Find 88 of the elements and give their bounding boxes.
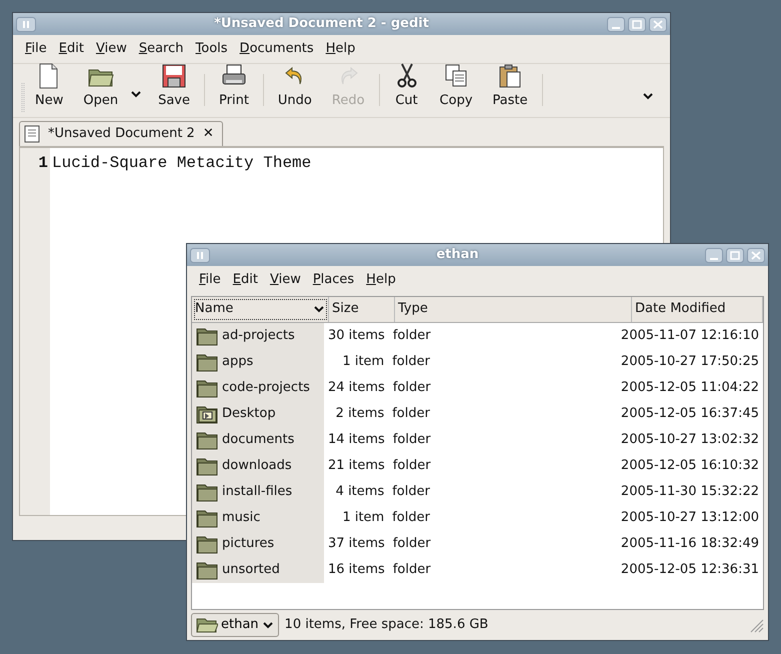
menu-item[interactable]: Edit <box>52 37 90 60</box>
table-cell-text: folder <box>391 404 431 423</box>
table-cell-text: folder <box>392 534 432 553</box>
table-cell-text: 2005-12-05 16:10:32 <box>620 456 760 475</box>
table-cell-text: 24 items <box>326 378 386 397</box>
table-cell-text: folder <box>392 456 432 475</box>
document-tab[interactable]: *Unsaved Document 2 ✕ <box>19 120 223 146</box>
folder-icon <box>196 560 218 580</box>
table-cell-text: 2005-11-07 12:16:10 <box>620 326 760 345</box>
folder-icon <box>196 508 218 528</box>
toolbar-button[interactable]: Save <box>148 61 200 112</box>
folder-icon <box>196 326 218 346</box>
folder-icon <box>196 378 218 398</box>
toolbar-handle-icon[interactable] <box>21 82 25 112</box>
location-button[interactable]: ethan <box>191 613 279 637</box>
open-folder-icon <box>196 616 218 634</box>
table-cell-text: 16 items <box>326 560 386 579</box>
menu-item[interactable]: Edit <box>226 268 264 292</box>
menu-item[interactable]: View <box>264 268 307 292</box>
table-cell-text: 2005-12-05 12:36:31 <box>620 560 760 579</box>
table-cell-text: 4 items <box>334 482 386 501</box>
resize-grip-icon[interactable] <box>748 617 764 633</box>
table-cell-text: 2005-10-27 17:50:25 <box>620 352 760 371</box>
table-cell-text: 2005-12-05 11:04:22 <box>620 378 760 397</box>
menu-item[interactable]: Tools <box>190 37 234 60</box>
table-cell-text: folder <box>391 352 431 371</box>
minimize-icon[interactable] <box>607 16 625 32</box>
column-header[interactable]: Size <box>329 296 395 322</box>
toolbar-button[interactable]: New <box>25 61 74 112</box>
folder-icon <box>196 534 218 554</box>
toolbar-button[interactable]: Print <box>209 61 259 112</box>
table-cell-text: 2005-11-30 15:32:22 <box>620 482 760 501</box>
table-cell-text: folder <box>392 378 432 397</box>
table-cell-text: folder <box>391 482 431 501</box>
folder-icon <box>196 456 218 476</box>
close-icon[interactable] <box>747 248 765 262</box>
column-header[interactable]: Name <box>192 296 329 322</box>
menu-item[interactable]: Help <box>320 37 362 60</box>
toolbar-button[interactable]: Paste <box>482 61 538 112</box>
menu-item[interactable]: View <box>90 37 133 60</box>
table-cell-text: 14 items <box>326 430 386 449</box>
table-cell-text: 21 items <box>326 456 386 475</box>
window-menu-icon[interactable] <box>16 16 36 32</box>
menu-item[interactable]: Places <box>306 268 360 292</box>
table-cell-text: 2005-11-16 18:32:49 <box>620 534 760 553</box>
table-cell-text: 2005-10-27 13:02:32 <box>620 430 760 449</box>
menu-item[interactable]: File <box>193 268 227 292</box>
text-file-icon <box>24 124 40 142</box>
tab-title: *Unsaved Document 2 <box>48 124 195 143</box>
maximize-icon[interactable] <box>628 16 646 32</box>
table-cell-text: 1 item <box>341 352 386 371</box>
menu-item[interactable]: Help <box>360 268 402 292</box>
close-icon[interactable] <box>649 16 667 32</box>
file-name[interactable]: apps <box>222 352 254 372</box>
minimize-icon[interactable] <box>705 248 723 262</box>
maximize-icon[interactable] <box>726 248 744 262</box>
table-cell-text: folder <box>392 326 432 345</box>
menu-item[interactable]: Search <box>132 37 190 60</box>
status-text: 10 items, Free space: 185.6 GB <box>284 616 490 634</box>
code-line: Lucid-Square Metacity Theme <box>52 152 312 174</box>
toolbar-button[interactable]: Copy <box>430 61 483 112</box>
copy-documents-icon <box>443 63 470 89</box>
table-cell-text: folder <box>392 430 432 449</box>
table-cell-text: 37 items <box>326 534 386 553</box>
clipboard-icon <box>497 63 524 89</box>
toolbar-button[interactable]: Undo <box>268 61 322 112</box>
desktop-folder-icon <box>196 404 218 424</box>
column-header[interactable]: Type <box>395 296 632 322</box>
window-menu-icon[interactable] <box>190 248 210 262</box>
folder-icon <box>196 352 218 372</box>
column-header[interactable]: Date Modified <box>632 296 763 322</box>
table-cell-text: folder <box>392 560 432 579</box>
table-cell-text: folder <box>391 508 431 527</box>
toolbar-button[interactable]: Open <box>73 61 128 112</box>
menu-item[interactable]: File <box>19 37 53 60</box>
menu-item[interactable]: Documents <box>234 37 320 60</box>
table-cell-text: 2005-12-05 16:37:45 <box>620 404 760 423</box>
table-cell-text: 30 items <box>326 326 386 345</box>
table-cell-text: 1 item <box>341 508 386 527</box>
toolbar-button[interactable]: Cut <box>384 61 430 112</box>
table-cell-text: 2005-10-27 13:12:00 <box>620 508 760 527</box>
window-title: *Unsaved Document 2 - gedit <box>213 15 430 34</box>
line-number: 1 <box>37 152 48 174</box>
folder-icon <box>196 482 218 502</box>
tab-close-button[interactable]: ✕ <box>202 124 214 144</box>
folder-icon <box>196 430 218 450</box>
table-cell-text: 2 items <box>334 404 386 423</box>
window-title: ethan <box>435 246 480 264</box>
